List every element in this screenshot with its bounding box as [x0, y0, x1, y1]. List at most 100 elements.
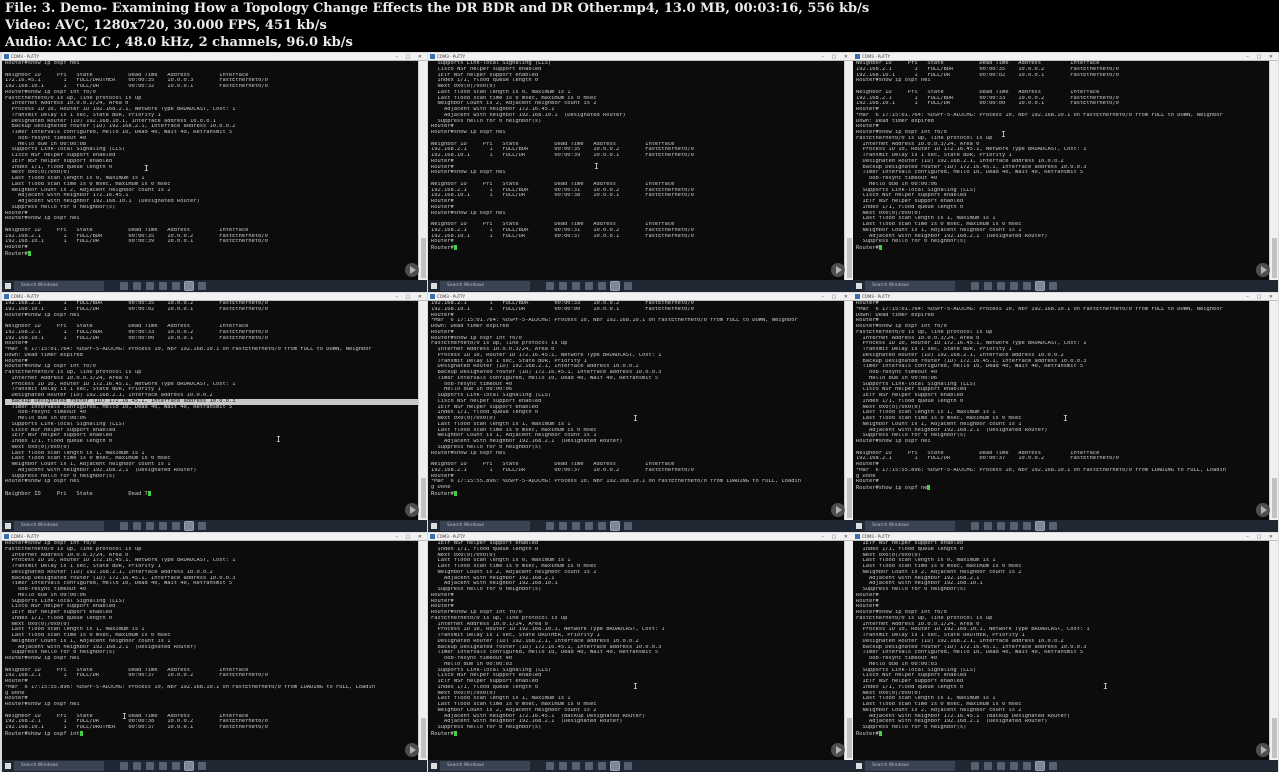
- chrome-icon[interactable]: [1010, 282, 1018, 290]
- explorer-icon[interactable]: [997, 522, 1005, 530]
- system-tray[interactable]: [819, 522, 849, 530]
- putty-window[interactable]: COM3 - PuTTY – ▢ ✕ 192.168.2.1 1 FULL/BDR …: [428, 293, 853, 532]
- putty-window[interactable]: COM3 - PuTTY – ▢ ✕ Router#show ip ospf int…: [2, 533, 427, 772]
- putty-window[interactable]: COM3 - PuTTY – ▢ ✕ Supports Link-local Si…: [428, 53, 853, 292]
- system-tray[interactable]: [1244, 762, 1274, 770]
- window-controls[interactable]: – ▢ ✕: [1246, 533, 1276, 541]
- putty-window[interactable]: COM3 - PuTTY – ▢ ✕ Router#show ip ospf nei…: [2, 53, 427, 292]
- taskbar-search-box[interactable]: Search Windows: [440, 281, 530, 291]
- store-icon[interactable]: [172, 762, 180, 770]
- task-view-icon[interactable]: [120, 282, 128, 290]
- terminal-taskbar-icon[interactable]: [1049, 522, 1057, 530]
- putty-window[interactable]: COM3 - PuTTY – ▢ ✕ 192.168.2.1 1 FULL/BDR …: [2, 293, 427, 532]
- terminal-taskbar-icon[interactable]: [1049, 762, 1057, 770]
- store-icon[interactable]: [172, 282, 180, 290]
- chrome-icon[interactable]: [585, 282, 593, 290]
- window-controls[interactable]: – ▢ ✕: [821, 53, 851, 61]
- edge-icon[interactable]: [984, 762, 992, 770]
- terminal-output[interactable]: Router# *Mar 6 17:15:01.764: %OSPF-5-ADJC…: [853, 301, 1269, 520]
- system-tray[interactable]: [393, 522, 423, 530]
- task-view-icon[interactable]: [120, 522, 128, 530]
- store-icon[interactable]: [1023, 522, 1031, 530]
- putty-taskbar-icon[interactable]: [1035, 281, 1045, 291]
- chrome-icon[interactable]: [159, 282, 167, 290]
- play-icon[interactable]: [1256, 263, 1270, 277]
- scrollbar-thumb[interactable]: [847, 718, 852, 758]
- window-title-bar[interactable]: COM3 - PuTTY – ▢ ✕: [853, 293, 1278, 301]
- system-tray[interactable]: [819, 762, 849, 770]
- chrome-icon[interactable]: [585, 762, 593, 770]
- edge-icon[interactable]: [133, 282, 141, 290]
- putty-window[interactable]: COM3 - PuTTY – ▢ ✕ IETF NSF helper suppor…: [853, 533, 1278, 772]
- task-view-icon[interactable]: [546, 522, 554, 530]
- terminal-output[interactable]: Neighbor ID Pri State Dead Time Address …: [853, 61, 1269, 280]
- scrollbar[interactable]: [844, 301, 853, 520]
- terminal-output[interactable]: Router#show ip ospf int f0/0 FastEthernet…: [2, 541, 418, 760]
- scrollbar-thumb[interactable]: [421, 238, 426, 278]
- explorer-icon[interactable]: [997, 762, 1005, 770]
- system-tray[interactable]: [393, 762, 423, 770]
- explorer-icon[interactable]: [572, 762, 580, 770]
- terminal-taskbar-icon[interactable]: [198, 522, 206, 530]
- task-view-icon[interactable]: [971, 762, 979, 770]
- terminal-taskbar-icon[interactable]: [198, 762, 206, 770]
- scrollbar-thumb[interactable]: [847, 478, 852, 518]
- taskbar-search-box[interactable]: Search Windows: [865, 761, 955, 771]
- edge-icon[interactable]: [984, 282, 992, 290]
- terminal-output[interactable]: IETF NSF helper support enabled Index 1/…: [853, 541, 1269, 760]
- explorer-icon[interactable]: [997, 282, 1005, 290]
- windows-start-icon[interactable]: [856, 763, 862, 769]
- task-view-icon[interactable]: [971, 282, 979, 290]
- window-title-bar[interactable]: COM3 - PuTTY – ▢ ✕: [2, 533, 427, 541]
- terminal-taskbar-icon[interactable]: [198, 282, 206, 290]
- window-title-bar[interactable]: COM3 - PuTTY – ▢ ✕: [428, 293, 853, 301]
- chrome-icon[interactable]: [159, 522, 167, 530]
- chrome-icon[interactable]: [1010, 522, 1018, 530]
- windows-start-icon[interactable]: [431, 283, 437, 289]
- window-title-bar[interactable]: COM3 - PuTTY – ▢ ✕: [2, 293, 427, 301]
- chrome-icon[interactable]: [159, 762, 167, 770]
- putty-taskbar-icon[interactable]: [184, 281, 194, 291]
- window-title-bar[interactable]: COM3 - PuTTY – ▢ ✕: [2, 53, 427, 61]
- terminal-output[interactable]: Router#show ip ospf nei Neighbor ID Pri S…: [2, 61, 418, 280]
- scrollbar[interactable]: [844, 541, 853, 760]
- terminal-taskbar-icon[interactable]: [624, 762, 632, 770]
- taskbar-search-box[interactable]: Search Windows: [865, 281, 955, 291]
- scrollbar-thumb[interactable]: [1272, 718, 1277, 758]
- system-tray[interactable]: [393, 282, 423, 290]
- taskbar-search-box[interactable]: Search Windows: [14, 281, 104, 291]
- taskbar-search-box[interactable]: Search Windows: [14, 761, 104, 771]
- explorer-icon[interactable]: [572, 282, 580, 290]
- windows-start-icon[interactable]: [5, 763, 11, 769]
- window-controls[interactable]: – ▢ ✕: [821, 293, 851, 301]
- explorer-icon[interactable]: [146, 762, 154, 770]
- store-icon[interactable]: [1023, 282, 1031, 290]
- putty-window[interactable]: COM3 - PuTTY – ▢ ✕ Router# *Mar 6 17:15:01.…: [853, 293, 1278, 532]
- scrollbar-thumb[interactable]: [1272, 478, 1277, 518]
- putty-taskbar-icon[interactable]: [184, 761, 194, 771]
- window-title-bar[interactable]: COM3 - PuTTY – ▢ ✕: [428, 533, 853, 541]
- store-icon[interactable]: [598, 282, 606, 290]
- explorer-icon[interactable]: [146, 282, 154, 290]
- putty-taskbar-icon[interactable]: [610, 281, 620, 291]
- play-icon[interactable]: [831, 263, 845, 277]
- terminal-output[interactable]: Supports Link-local Signaling (LLS) Cisc…: [428, 61, 844, 280]
- task-view-icon[interactable]: [546, 762, 554, 770]
- taskbar-search-box[interactable]: Search Windows: [440, 761, 530, 771]
- scrollbar-thumb[interactable]: [1272, 238, 1277, 278]
- windows-start-icon[interactable]: [5, 523, 11, 529]
- putty-taskbar-icon[interactable]: [1035, 521, 1045, 531]
- system-tray[interactable]: [819, 282, 849, 290]
- scrollbar[interactable]: [844, 61, 853, 280]
- window-title-bar[interactable]: COM3 - PuTTY – ▢ ✕: [853, 533, 1278, 541]
- terminal-output[interactable]: IETF NSF helper support enabled Index 1/…: [428, 541, 844, 760]
- window-title-bar[interactable]: COM3 - PuTTY – ▢ ✕: [428, 53, 853, 61]
- system-tray[interactable]: [1244, 282, 1274, 290]
- putty-taskbar-icon[interactable]: [1035, 761, 1045, 771]
- window-controls[interactable]: – ▢ ✕: [395, 293, 425, 301]
- edge-icon[interactable]: [133, 522, 141, 530]
- play-icon[interactable]: [831, 503, 845, 517]
- store-icon[interactable]: [598, 522, 606, 530]
- scrollbar[interactable]: [418, 541, 427, 760]
- scrollbar[interactable]: [418, 301, 427, 520]
